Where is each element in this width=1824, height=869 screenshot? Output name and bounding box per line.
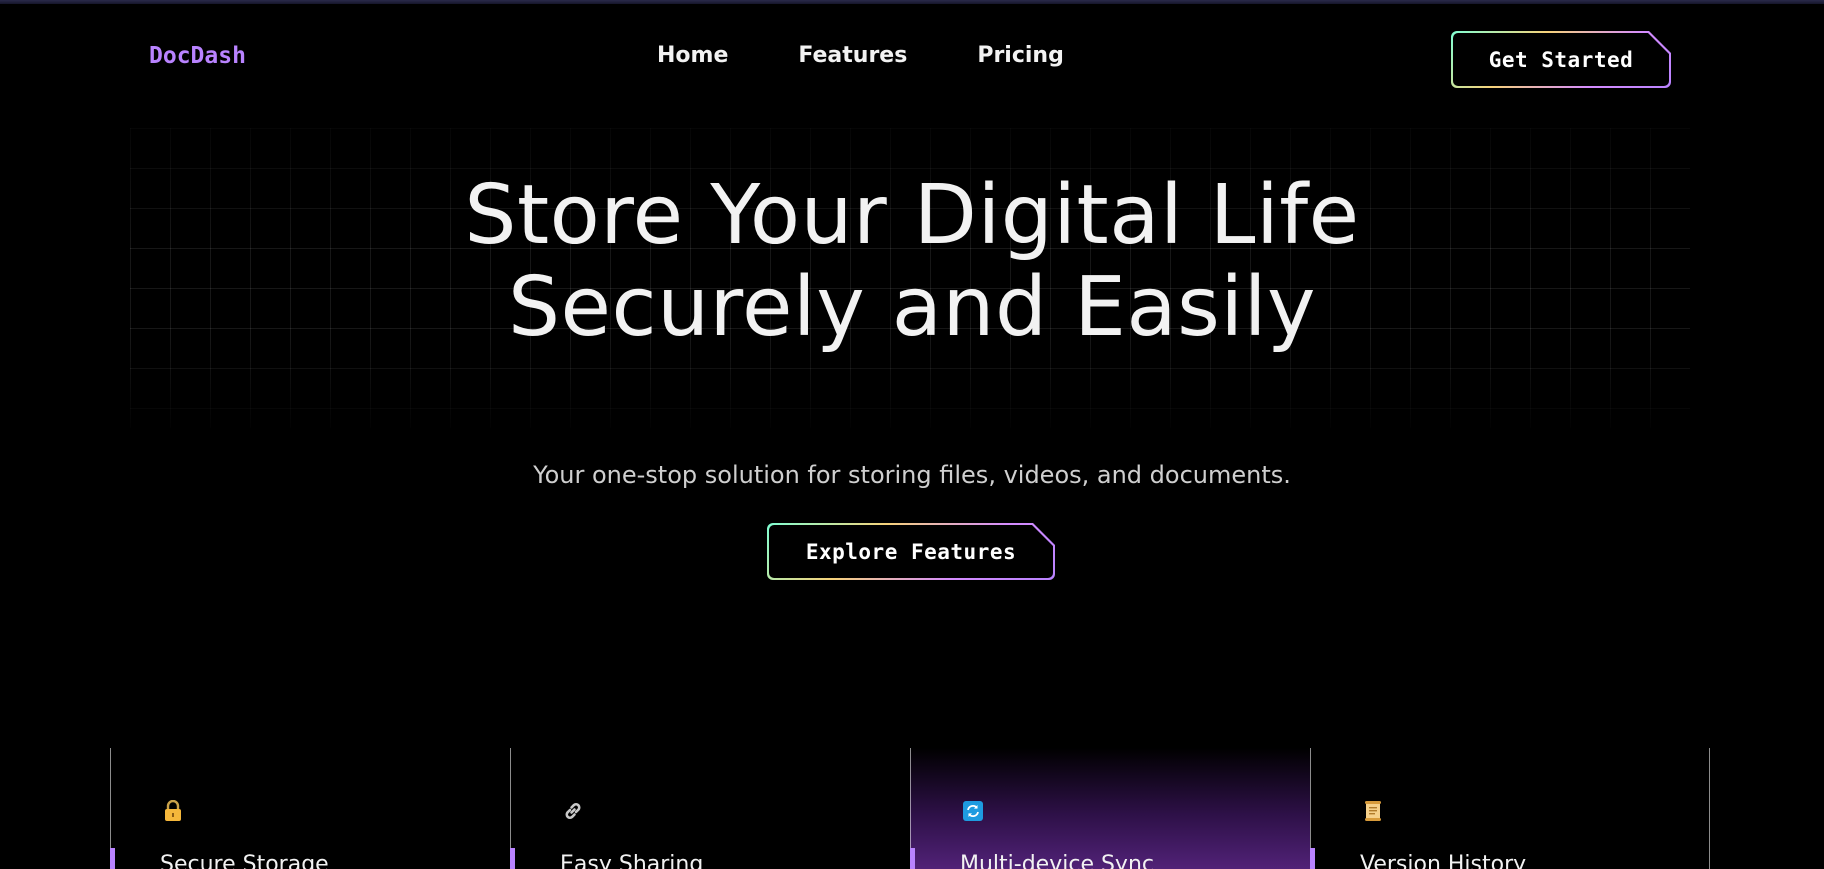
get-started-label: Get Started [1453,33,1669,86]
card-accent [510,848,515,869]
nav-item-pricing[interactable]: Pricing [977,43,1064,68]
main-nav: Home Features Pricing [657,43,1064,68]
hero-title-line2: Securely and Easily [508,260,1316,355]
card-accent [110,848,115,869]
feature-title: Easy Sharing [560,852,704,869]
feature-card-secure-storage[interactable]: Secure Storage [110,748,510,869]
scroll-icon [1362,800,1384,822]
feature-title: Multi-device Sync [960,852,1154,869]
feature-card-version-history[interactable]: Version History [1310,748,1710,869]
hero-title-line1: Store Your Digital Life [464,168,1360,263]
link-icon [562,800,584,822]
sync-icon [962,800,984,822]
lock-icon [162,800,184,822]
feature-card-easy-sharing[interactable]: Easy Sharing [510,748,910,869]
page: DocDash Home Features Pricing Get Starte… [0,0,1824,869]
feature-title: Version History [1360,852,1527,869]
hero-title: Store Your Digital Life Securely and Eas… [0,170,1824,354]
hero-subtitle: Your one-stop solution for storing files… [533,461,1291,489]
nav-item-features[interactable]: Features [798,43,907,68]
feature-title: Secure Storage [160,852,329,869]
explore-features-button[interactable]: Explore Features [767,523,1055,580]
card-divider [1709,748,1710,869]
card-accent [910,848,915,869]
brand-logo[interactable]: DocDash [149,43,246,69]
top-strip [0,0,1824,4]
feature-card-multi-device-sync[interactable]: Multi-device Sync [910,748,1310,869]
explore-features-label: Explore Features [769,525,1053,578]
feature-cards: Secure Storage Easy Sharing Multi-device… [110,748,1710,869]
nav-item-home[interactable]: Home [657,43,728,68]
card-accent [1310,848,1315,869]
get-started-button[interactable]: Get Started [1451,31,1671,88]
